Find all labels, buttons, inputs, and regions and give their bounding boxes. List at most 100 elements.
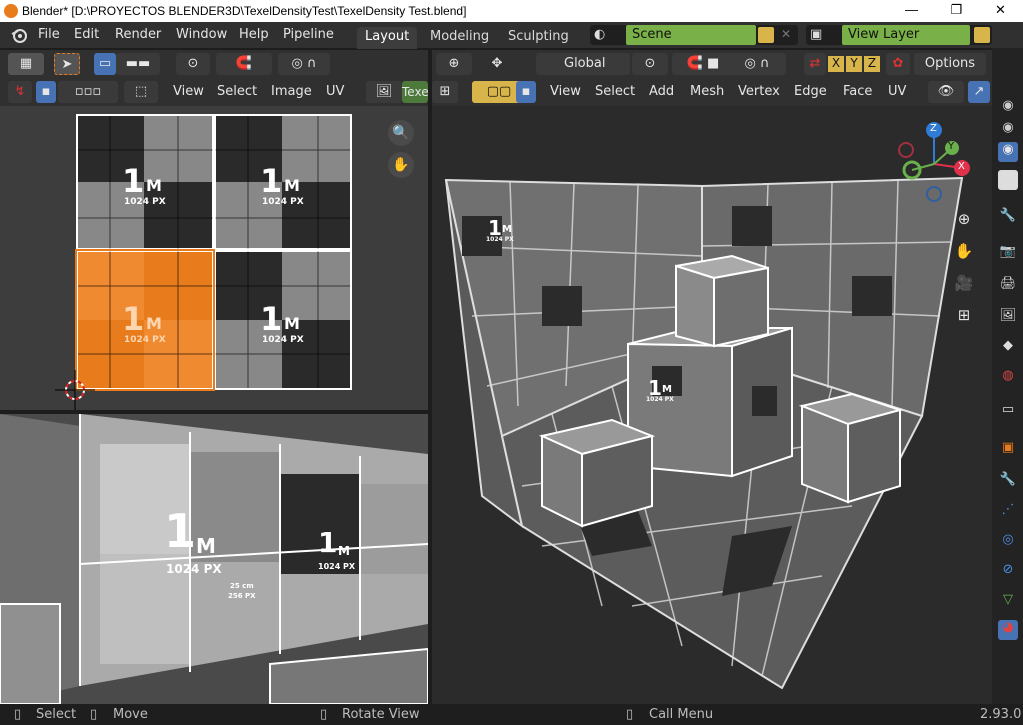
scene-icon[interactable]: ◆ [998, 338, 1018, 358]
uv-menu-uv[interactable]: UV [326, 84, 344, 99]
menu-edit[interactable]: Edit [74, 27, 99, 42]
camera-icon[interactable]: 🎥 [952, 274, 976, 298]
move-tool-icon[interactable]: ✥ [484, 53, 510, 75]
tile-unit-label: M [284, 314, 300, 333]
sticky-select-icon[interactable]: ⬚ [124, 81, 158, 103]
scene-name-field[interactable]: Scene [626, 25, 756, 45]
close-button[interactable]: ✕ [978, 0, 1023, 22]
world-icon[interactable]: ◍ [998, 368, 1018, 388]
tool-icon[interactable]: 🔧 [998, 208, 1018, 228]
collection-icon[interactable]: ▭ [998, 402, 1018, 422]
select-mode-icons[interactable]: ▬▬ [116, 53, 160, 75]
window-titlebar: Blender* [D:\PROYECTOS BLENDER3D\TexelDe… [0, 0, 1023, 22]
vp-menu-select[interactable]: Select [595, 84, 635, 99]
mouse-menu-icon: ▯ [626, 707, 634, 722]
mirror-options-icon[interactable]: ⇄ [804, 53, 826, 75]
proportional-edit-icon[interactable]: ◎ ∩ [728, 53, 786, 75]
wall-big-label: 1 [318, 526, 338, 559]
navigation-gizmo[interactable]: Z X Y [894, 120, 974, 210]
menu-render[interactable]: Render [115, 27, 161, 42]
hand-icon[interactable]: ✋ [952, 242, 976, 266]
auto-merge-icon[interactable]: ✿ [886, 53, 910, 75]
gizmo-toggle-icon[interactable]: ↗ [968, 81, 990, 103]
pivot-point-icon[interactable]: ⊙ [632, 53, 668, 75]
gizmo-z-label: Z [930, 123, 937, 134]
vp-menu-uv[interactable]: UV [888, 84, 906, 99]
zoom-icon[interactable]: 🔍 [388, 120, 414, 146]
vp-menu-view[interactable]: View [550, 84, 581, 99]
blender-logo-icon[interactable] [10, 26, 28, 44]
mouse-right-icon: ▯ [320, 707, 328, 722]
vp-menu-vertex[interactable]: Vertex [738, 84, 780, 99]
output-icon[interactable]: 🖨 [998, 276, 1018, 296]
object-icon[interactable]: ▣ [998, 440, 1018, 460]
cube-px-label: 1024 PX [646, 396, 674, 403]
tab-layout[interactable]: Layout [357, 27, 418, 49]
viewlayer-name-field[interactable]: View Layer [842, 25, 970, 45]
minimize-button[interactable]: — [889, 0, 934, 22]
sync-icon[interactable]: ↯ [8, 81, 32, 103]
pointer-icon[interactable]: ➤ [54, 53, 80, 75]
options-dropdown[interactable]: Options [914, 53, 986, 75]
snap-icon[interactable]: 🧲 ■ [672, 53, 734, 75]
hand-icon[interactable]: ✋ [388, 152, 414, 178]
vertex-mode-icon[interactable]: ▪ [36, 81, 56, 103]
data-icon[interactable]: ▽ [998, 592, 1018, 612]
restore-button[interactable]: ❐ [934, 0, 979, 22]
vp-menu-edge[interactable]: Edge [794, 84, 827, 99]
physics-icon[interactable]: ◎ [998, 532, 1018, 552]
camera-icon[interactable]: ◉ [998, 120, 1018, 140]
new-scene-icon[interactable] [758, 27, 774, 43]
transform-tool-icon[interactable]: ⊕ [436, 53, 472, 75]
vp-menu-face[interactable]: Face [843, 84, 872, 99]
uv-menu-select[interactable]: Select [217, 84, 257, 99]
editor-type-icon[interactable]: ▦ [8, 53, 44, 75]
camera-icon[interactable]: ◉ [998, 98, 1018, 118]
tool-settings-icon[interactable] [998, 170, 1018, 190]
new-viewlayer-icon[interactable] [974, 27, 990, 43]
gizmo-x-label: X [958, 161, 965, 172]
editor-type-icon[interactable]: ⊞ [432, 81, 458, 103]
wall-small-a: 25 cm [230, 582, 254, 590]
wall-unit-label: M [196, 534, 216, 558]
grid-icon[interactable]: ⊞ [952, 306, 976, 330]
texture-name-field[interactable]: Texe [402, 81, 429, 103]
axis-x-toggle[interactable]: X [828, 56, 844, 72]
pivot-icon[interactable]: ⊙ [176, 53, 210, 75]
visibility-icon[interactable]: 👁 [928, 81, 964, 103]
viewport-secondary[interactable]: 1 M 1024 PX 25 cm 256 PX 1 M 1024 PX [0, 414, 428, 704]
particles-icon[interactable]: ⋰ [998, 502, 1018, 522]
proportional-icon[interactable]: ◎ ∩ [278, 53, 330, 75]
tab-modeling[interactable]: Modeling [422, 27, 497, 49]
menu-pipeline[interactable]: Pipeline [283, 27, 334, 42]
zoom-icon[interactable]: ⊕ [952, 210, 976, 234]
image-browse-icon[interactable]: 🖼 [366, 81, 402, 103]
edge-face-mode-icons[interactable]: ▫▫▫ [58, 81, 118, 103]
face-select-icon[interactable]: ▪ [516, 81, 536, 103]
vp-menu-add[interactable]: Add [649, 84, 674, 99]
axis-z-toggle[interactable]: Z [864, 56, 880, 72]
tile-big-label: 1 [260, 300, 283, 338]
snap-icon[interactable]: 🧲 [216, 53, 272, 75]
window-title: Blender* [D:\PROYECTOS BLENDER3D\TexelDe… [22, 4, 467, 18]
axis-y-toggle[interactable]: Y [846, 56, 862, 72]
menu-file[interactable]: File [38, 27, 60, 42]
constraints-icon[interactable]: ⊘ [998, 562, 1018, 582]
viewport-main[interactable]: 1 M 1024 PX 1 M 1024 PX Z X Y ⊕ ✋ 🎥 ⊞ [432, 106, 992, 704]
menu-help[interactable]: Help [239, 27, 269, 42]
camera-icon[interactable]: ◉ [998, 142, 1018, 162]
status-move: Move [113, 707, 148, 722]
uv-menu-view[interactable]: View [173, 84, 204, 99]
render-icon[interactable]: 📷 [998, 244, 1018, 264]
material-icon[interactable]: ◕ [998, 620, 1018, 640]
tab-sculpting[interactable]: Sculpting [500, 27, 577, 49]
unlink-scene-icon[interactable]: ✕ [778, 27, 794, 43]
uv-editor-area[interactable]: 1 M 1024 PX 1 M 1024 PX 1 M 1024 PX 1 M … [0, 106, 428, 410]
vp-menu-mesh[interactable]: Mesh [690, 84, 724, 99]
wrench-icon[interactable]: 🔧 [998, 472, 1018, 492]
view-layer-icon[interactable]: 🖼 [998, 308, 1018, 328]
orientation-dropdown[interactable]: Global [536, 53, 630, 75]
uv-menu-image[interactable]: Image [271, 84, 312, 99]
menu-window[interactable]: Window [176, 27, 227, 42]
box-select-icon[interactable]: ▭ [94, 53, 116, 75]
